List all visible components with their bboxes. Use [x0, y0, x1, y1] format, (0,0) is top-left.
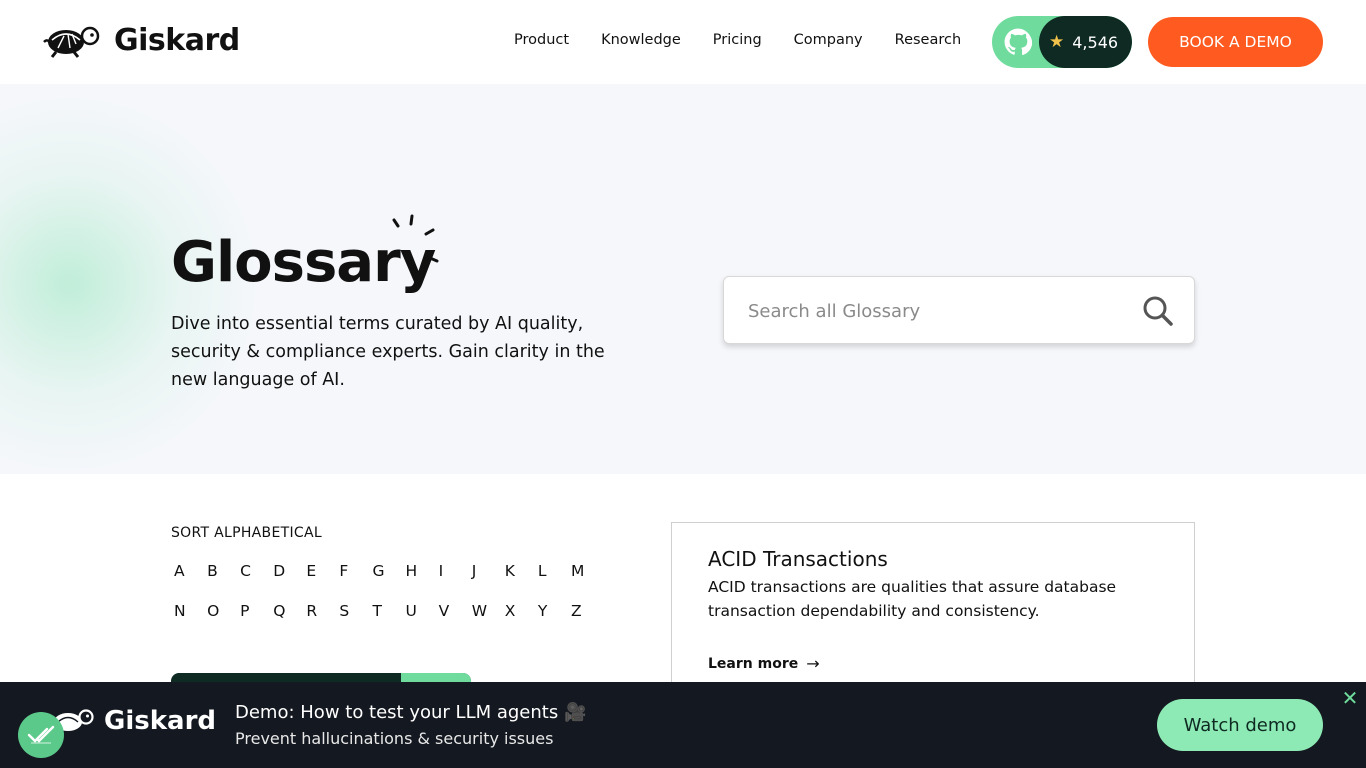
github-button[interactable]: ★ 4,546 — [992, 16, 1132, 68]
letter-j[interactable]: J — [469, 562, 502, 602]
hero-description: Dive into essential terms curated by AI … — [171, 314, 605, 390]
glossary-search — [723, 276, 1195, 344]
letter-x[interactable]: X — [502, 602, 535, 642]
github-star-count: ★ 4,546 — [1039, 16, 1132, 68]
letter-g[interactable]: G — [369, 562, 402, 602]
star-count-value: 4,546 — [1072, 32, 1119, 52]
demo-banner: Giskard Demo: How to test your LLM agent… — [0, 682, 1366, 768]
letter-q[interactable]: Q — [270, 602, 303, 642]
nav-item-research[interactable]: Research — [895, 32, 962, 48]
banner-title: Demo: How to test your LLM agents 🎥 — [235, 702, 587, 723]
book-demo-button[interactable]: BOOK A DEMO — [1148, 17, 1323, 67]
letter-t[interactable]: T — [369, 602, 402, 642]
letter-d[interactable]: D — [270, 562, 303, 602]
letter-f[interactable]: F — [336, 562, 369, 602]
watch-demo-button[interactable]: Watch demo — [1157, 699, 1323, 751]
letter-a[interactable]: A — [171, 562, 204, 602]
letter-o[interactable]: O — [204, 602, 237, 642]
letter-l[interactable]: L — [535, 562, 568, 602]
learn-more-label: Learn more — [708, 655, 799, 672]
banner-logo: Giskard — [48, 706, 216, 736]
sparkle-decoration-icon — [392, 214, 439, 263]
alphabet-filter: A B C D E F G H I J K L M N O P Q R S T … — [171, 562, 601, 642]
banner-brand-name: Giskard — [104, 706, 216, 736]
learn-more-link[interactable]: Learn more → — [708, 654, 820, 673]
letter-z[interactable]: Z — [568, 602, 601, 642]
brand-name: Giskard — [114, 22, 240, 58]
site-header: Giskard Product Knowledge Pricing Compan… — [0, 0, 1366, 84]
letter-k[interactable]: K — [502, 562, 535, 602]
arrow-right-icon: → — [806, 654, 820, 673]
letter-y[interactable]: Y — [535, 602, 568, 642]
glossary-term-description: ACID transactions are qualities that ass… — [708, 578, 1117, 620]
brand-logo[interactable]: Giskard — [42, 22, 240, 58]
letter-w[interactable]: W — [469, 602, 502, 642]
turtle-logo-icon — [43, 26, 100, 58]
letter-h[interactable]: H — [403, 562, 436, 602]
alphabet-row: N O P Q R S T U V W X Y Z — [171, 602, 601, 642]
letter-n[interactable]: N — [171, 602, 204, 642]
alphabet-row: A B C D E F G H I J K L M — [171, 562, 601, 602]
search-icon[interactable] — [1142, 295, 1174, 327]
letter-m[interactable]: M — [568, 562, 601, 602]
letter-v[interactable]: V — [436, 602, 469, 642]
nav-item-pricing[interactable]: Pricing — [713, 32, 762, 48]
letter-u[interactable]: U — [403, 602, 436, 642]
letter-p[interactable]: P — [237, 602, 270, 642]
main-nav: Product Knowledge Pricing Company Resear… — [514, 32, 993, 48]
nav-item-knowledge[interactable]: Knowledge — [601, 32, 681, 48]
letter-s[interactable]: S — [336, 602, 369, 642]
hero-section: Glossary Dive into essential terms curat… — [0, 84, 1366, 474]
nav-item-product[interactable]: Product — [514, 32, 569, 48]
double-check-icon — [27, 725, 55, 744]
nav-item-company[interactable]: Company — [794, 32, 863, 48]
letter-e[interactable]: E — [303, 562, 336, 602]
search-input[interactable] — [748, 295, 1128, 327]
star-icon: ★ — [1049, 32, 1065, 52]
letter-b[interactable]: B — [204, 562, 237, 602]
letter-r[interactable]: R — [303, 602, 336, 642]
github-icon — [1004, 28, 1032, 55]
sort-title: SORT ALPHABETICAL — [171, 525, 322, 541]
letter-c[interactable]: C — [237, 562, 270, 602]
letter-i[interactable]: I — [436, 562, 469, 602]
verified-badge[interactable] — [18, 712, 64, 758]
glossary-term-title: ACID Transactions — [708, 547, 888, 571]
banner-subtitle: Prevent hallucinations & security issues — [235, 729, 554, 748]
close-icon[interactable]: ✕ — [1340, 688, 1360, 708]
